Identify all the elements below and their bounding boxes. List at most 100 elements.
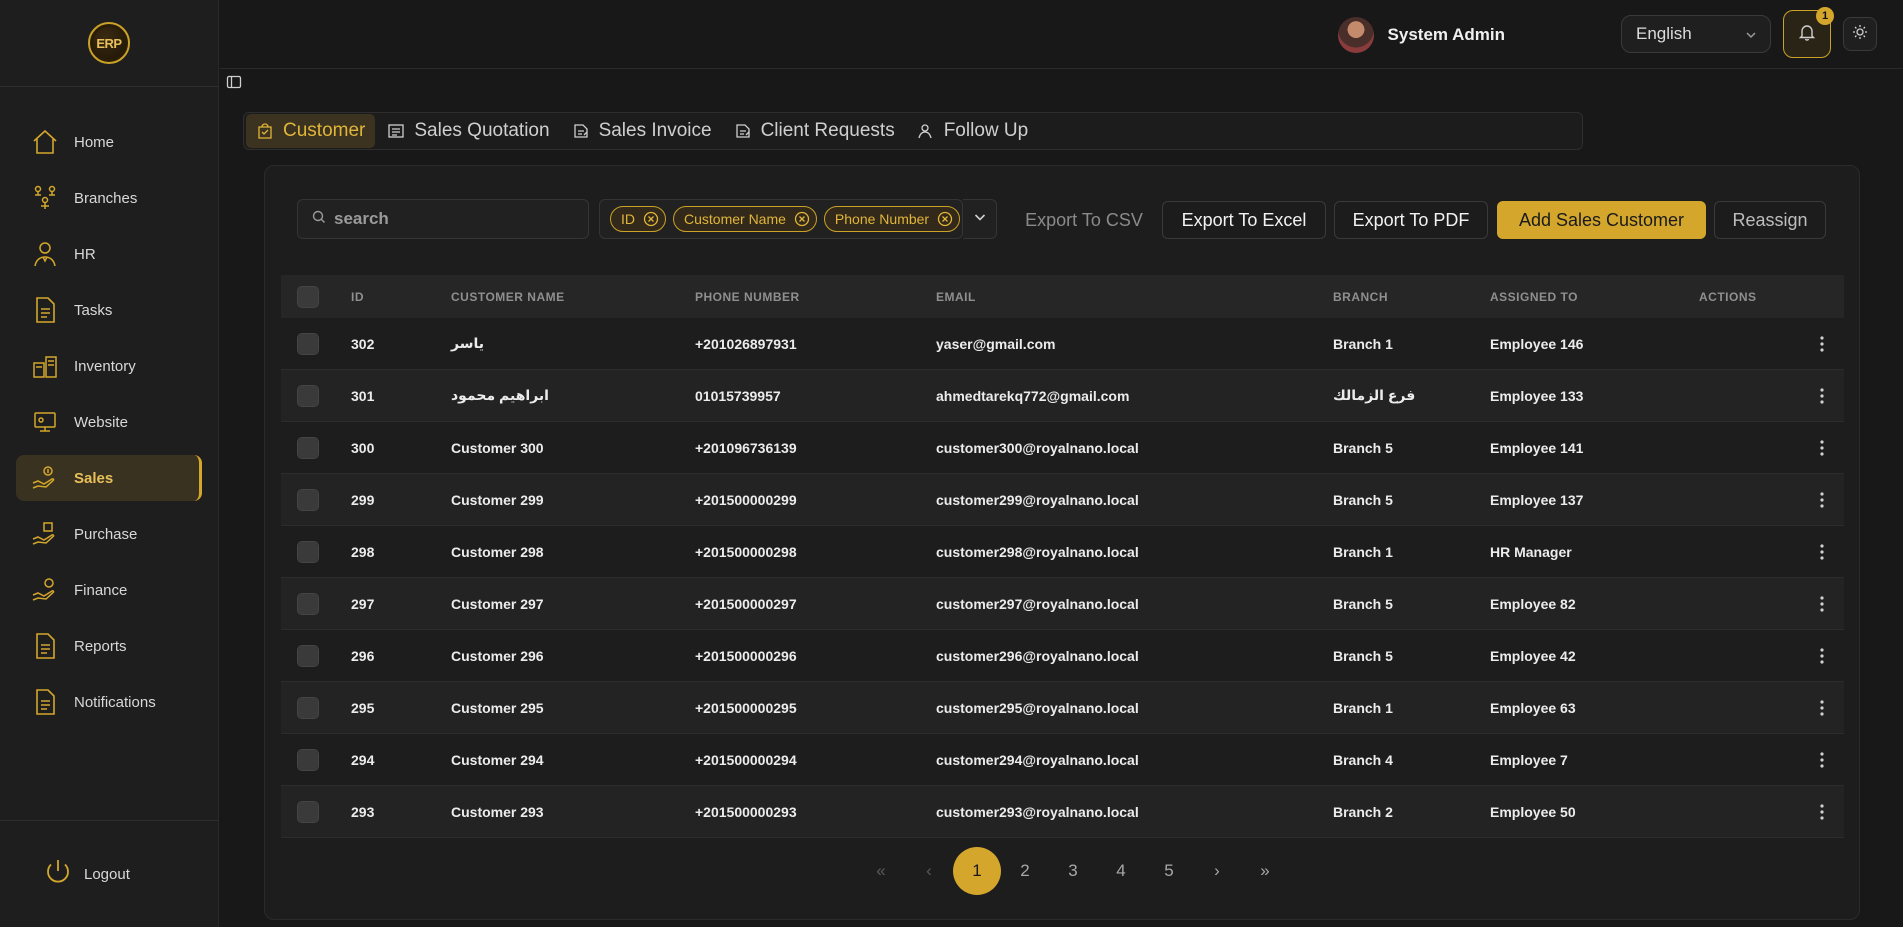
last-page-button[interactable]: » bbox=[1241, 847, 1289, 895]
page-2-button[interactable]: 2 bbox=[1001, 847, 1049, 895]
row-select-cell bbox=[281, 592, 351, 615]
sidebar-item-sales[interactable]: Sales bbox=[16, 455, 202, 501]
remove-chip-icon[interactable] bbox=[643, 211, 659, 227]
filter-chip[interactable]: Customer Name bbox=[673, 206, 817, 232]
cell-branch: Branch 4 bbox=[1333, 751, 1393, 768]
remove-chip-icon[interactable] bbox=[794, 211, 810, 227]
search-box[interactable] bbox=[297, 199, 589, 239]
sidebar-item-purchase[interactable]: Purchase bbox=[16, 511, 202, 557]
select-all-checkbox[interactable] bbox=[297, 285, 319, 308]
export-csv-button[interactable]: Export To CSV bbox=[1009, 201, 1159, 239]
sidebar-item-inventory[interactable]: Inventory bbox=[16, 343, 202, 389]
cell-email: yaser@gmail.com bbox=[936, 335, 1056, 352]
table-body: 302 ياسر +201026897931 yaser@gmail.com Branc… bbox=[281, 318, 1844, 838]
row-checkbox[interactable] bbox=[297, 488, 319, 511]
column-header-phone-number[interactable]: PHONE NUMBER bbox=[695, 290, 936, 304]
more-vertical-icon[interactable] bbox=[1820, 647, 1824, 664]
remove-chip-icon[interactable] bbox=[937, 211, 953, 227]
logout-button[interactable]: Logout bbox=[0, 820, 218, 927]
tab-label: Sales Invoice bbox=[598, 120, 712, 141]
sidebar-item-notifications[interactable]: Notifications bbox=[16, 679, 202, 725]
table-row[interactable]: 299 Customer 299 +201500000299 customer299@… bbox=[281, 474, 1844, 526]
export-excel-button[interactable]: Export To Excel bbox=[1162, 201, 1326, 239]
tab-sales-quotation[interactable]: Sales Quotation bbox=[377, 114, 559, 148]
language-select[interactable]: English bbox=[1621, 15, 1771, 53]
row-checkbox[interactable] bbox=[297, 332, 319, 355]
cell-name: Customer 300 bbox=[451, 439, 544, 456]
table-row[interactable]: 300 Customer 300 +201096736139 customer300@… bbox=[281, 422, 1844, 474]
add-sales-customer-button[interactable]: Add Sales Customer bbox=[1497, 201, 1706, 239]
reassign-button[interactable]: Reassign bbox=[1714, 201, 1826, 239]
page-1-button[interactable]: 1 bbox=[953, 847, 1001, 895]
tab-follow-up[interactable]: Follow Up bbox=[907, 114, 1038, 148]
row-checkbox[interactable] bbox=[297, 644, 319, 667]
sidebar-item-finance[interactable]: Finance bbox=[16, 567, 202, 613]
table-row[interactable]: 294 Customer 294 +201500000294 customer294@… bbox=[281, 734, 1844, 786]
row-checkbox[interactable] bbox=[297, 748, 319, 771]
notifications-button[interactable]: 1 bbox=[1783, 7, 1834, 58]
more-vertical-icon[interactable] bbox=[1820, 491, 1824, 508]
filter-chip[interactable]: ID bbox=[610, 206, 666, 232]
more-vertical-icon[interactable] bbox=[1820, 439, 1824, 456]
sidebar-toggle-icon[interactable] bbox=[226, 74, 242, 95]
search-input[interactable] bbox=[334, 209, 574, 229]
sidebar-item-home[interactable]: Home bbox=[16, 119, 202, 165]
row-checkbox[interactable] bbox=[297, 592, 319, 615]
tab-client-requests[interactable]: Client Requests bbox=[724, 114, 905, 148]
cell-email: customer298@royalnano.local bbox=[936, 543, 1139, 560]
column-header-branch[interactable]: BRANCH bbox=[1333, 290, 1490, 304]
sidebar-item-reports[interactable]: Reports bbox=[16, 623, 202, 669]
more-vertical-icon[interactable] bbox=[1820, 387, 1824, 404]
table-row[interactable]: 302 ياسر +201026897931 yaser@gmail.com Branc… bbox=[281, 318, 1844, 370]
user-menu[interactable]: System Admin bbox=[1337, 17, 1505, 53]
search-icon bbox=[312, 210, 326, 229]
row-checkbox[interactable] bbox=[297, 436, 319, 459]
table-row[interactable]: 297 Customer 297 +201500000297 customer297@… bbox=[281, 578, 1844, 630]
table-row[interactable]: 298 Customer 298 +201500000298 customer298@… bbox=[281, 526, 1844, 578]
cell-branch: Branch 5 bbox=[1333, 439, 1393, 456]
reports-icon bbox=[28, 629, 62, 663]
row-select-cell bbox=[281, 436, 351, 459]
column-header-assigned-to[interactable]: ASSIGNED TO bbox=[1490, 290, 1699, 304]
table-row[interactable]: 301 ابراهيم محمود 01015739957 ahmedtarekq77… bbox=[281, 370, 1844, 422]
more-vertical-icon[interactable] bbox=[1820, 803, 1824, 820]
erp-logo[interactable]: ERP bbox=[88, 22, 130, 64]
more-vertical-icon[interactable] bbox=[1820, 335, 1824, 352]
row-checkbox[interactable] bbox=[297, 384, 319, 407]
sidebar-item-website[interactable]: Website bbox=[16, 399, 202, 445]
column-header-email[interactable]: EMAIL bbox=[936, 290, 1333, 304]
more-vertical-icon[interactable] bbox=[1820, 699, 1824, 716]
sidebar-item-tasks[interactable]: Tasks bbox=[16, 287, 202, 333]
first-page-button[interactable]: « bbox=[857, 847, 905, 895]
theme-toggle-button[interactable] bbox=[1843, 17, 1877, 51]
column-filter-dropdown[interactable] bbox=[963, 199, 997, 239]
column-filter[interactable]: ID Customer Name Phone Number bbox=[599, 199, 963, 239]
table-row[interactable]: 296 Customer 296 +201500000296 customer296@… bbox=[281, 630, 1844, 682]
next-page-button[interactable]: › bbox=[1193, 847, 1241, 895]
avatar[interactable] bbox=[1337, 17, 1374, 53]
prev-page-button[interactable]: ‹ bbox=[905, 847, 953, 895]
more-vertical-icon[interactable] bbox=[1820, 543, 1824, 560]
row-checkbox[interactable] bbox=[297, 800, 319, 823]
page-3-button[interactable]: 3 bbox=[1049, 847, 1097, 895]
table-row[interactable]: 295 Customer 295 +201500000295 customer295@… bbox=[281, 682, 1844, 734]
filter-chip[interactable]: Phone Number bbox=[823, 206, 961, 232]
row-checkbox[interactable] bbox=[297, 540, 319, 563]
column-header-id[interactable]: ID bbox=[351, 290, 451, 304]
more-vertical-icon[interactable] bbox=[1820, 595, 1824, 612]
row-checkbox[interactable] bbox=[297, 696, 319, 719]
export-pdf-button[interactable]: Export To PDF bbox=[1334, 201, 1488, 239]
tab-sales-invoice[interactable]: Sales Invoice bbox=[562, 114, 722, 148]
more-vertical-icon[interactable] bbox=[1820, 751, 1824, 768]
website-icon bbox=[28, 405, 62, 439]
page-5-button[interactable]: 5 bbox=[1145, 847, 1193, 895]
table-row[interactable]: 293 Customer 293 +201500000293 customer293@… bbox=[281, 786, 1844, 838]
cell-branch: Branch 2 bbox=[1333, 803, 1393, 820]
tab-customer[interactable]: Customer bbox=[246, 114, 376, 148]
cell-name: Customer 297 bbox=[451, 595, 544, 612]
page-4-button[interactable]: 4 bbox=[1097, 847, 1145, 895]
sidebar-item-branches[interactable]: Branches bbox=[16, 175, 202, 221]
sun-icon bbox=[1852, 24, 1868, 45]
sidebar-item-hr[interactable]: HR bbox=[16, 231, 202, 277]
column-header-customer-name[interactable]: CUSTOMER NAME bbox=[451, 290, 695, 304]
